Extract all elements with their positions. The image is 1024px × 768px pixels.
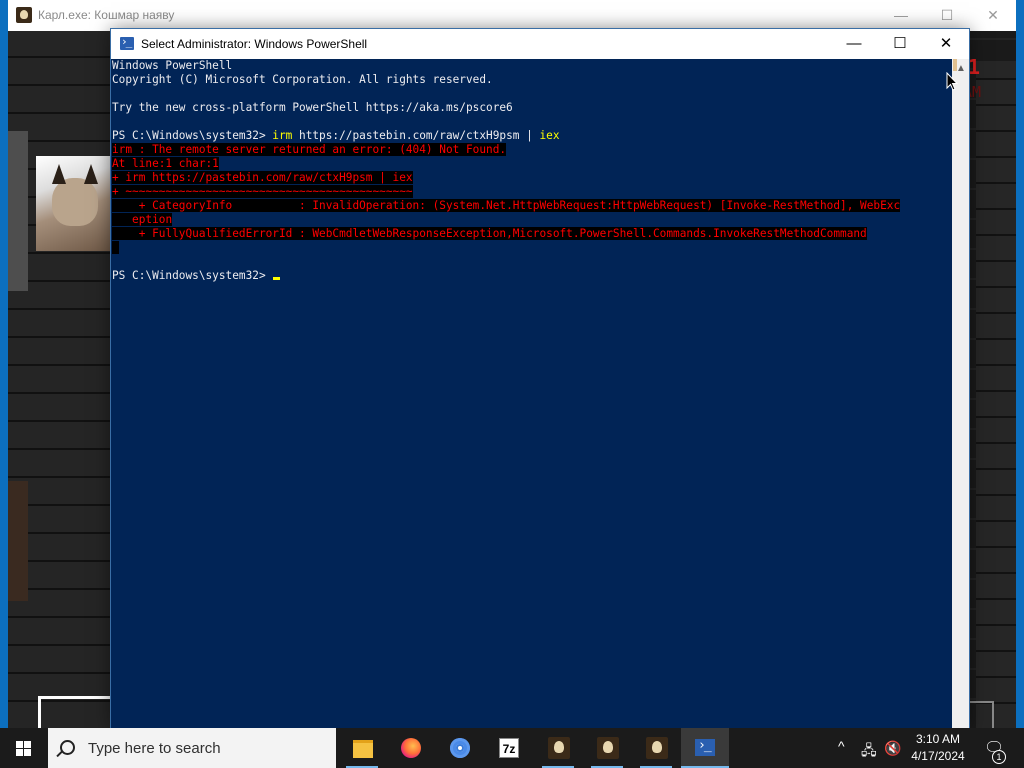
search-placeholder: Type here to search [88,740,221,757]
error-text: + ~~~~~~~~~~~~~~~~~~~~~~~~~~~~~~~~~~~~~~… [112,185,413,198]
prompt: PS C:\Windows\system32> [112,129,273,142]
taskbar: Type here to search 7z ^ 🖧 🔇 3:10 AM 4/1… [0,728,1024,768]
start-button[interactable] [0,728,48,768]
powershell-window-title: Select Administrator: Windows PowerShell [141,37,368,51]
game-maximize-button[interactable]: ☐ [924,0,970,31]
firefox-icon [401,738,421,758]
error-line: At line:1 char:1 [112,157,952,171]
error-text [112,241,119,254]
powershell-icon [695,738,715,756]
taskbar-game-2[interactable] [583,728,631,768]
folder-icon [353,740,373,758]
network-icon[interactable]: 🖧 [861,740,877,764]
lamp-stand [968,701,994,729]
console-command-line: PS C:\Windows\system32> irm https://past… [112,129,952,143]
game-icon [548,737,570,759]
show-hidden-icons-chevron-icon[interactable]: ^ [838,738,845,754]
console-output[interactable]: Windows PowerShell Copyright (C) Microsof… [111,59,952,729]
game-window-title: Карл.exe: Кошмар наяву [38,8,175,22]
error-line: irm : The remote server returned an erro… [112,143,952,157]
pipe-command: iex [539,129,560,142]
prompt: PS C:\Windows\system32> [112,269,273,282]
game-icon [597,737,619,759]
powershell-window: Select Administrator: Windows PowerShell… [111,29,969,729]
brick-wall-right [976,61,1016,728]
volume-muted-icon[interactable]: 🔇 [884,740,901,757]
console-line: Windows PowerShell [112,59,233,72]
error-line: + ~~~~~~~~~~~~~~~~~~~~~~~~~~~~~~~~~~~~~~… [112,185,952,199]
error-indent [112,227,139,240]
game-app-icon [16,7,32,23]
taskbar-game-3[interactable] [632,728,680,768]
caracal-photo [36,156,116,251]
wall-panel [8,131,28,291]
error-indent [112,213,133,226]
taskbar-chromium[interactable] [436,728,484,768]
game-close-button[interactable]: ✕ [970,0,1016,31]
error-line: + irm https://pastebin.com/raw/ctxH9psm … [112,171,952,185]
minimize-button[interactable]: — [831,29,877,59]
error-line: eption [112,213,952,227]
powershell-icon [120,35,134,50]
error-text: eption [132,213,173,226]
powershell-titlebar[interactable]: Select Administrator: Windows PowerShell… [111,29,969,59]
game-titlebar[interactable]: Карл.exe: Кошмар наяву — ☐ ✕ [8,0,1016,31]
cat-head-shape [52,178,98,226]
picture-frame [38,696,115,731]
door-edge [8,481,28,601]
mouse-pointer-icon [946,72,958,91]
error-text: irm : The remote server returned an erro… [112,143,507,156]
cat-ear-left [52,164,66,184]
maximize-button[interactable]: ☐ [877,29,923,59]
cat-ear-right [84,164,98,184]
error-text: + CategoryInfo : InvalidOperation: (Syst… [138,199,901,212]
error-text: At line:1 char:1 [112,157,219,170]
search-icon [60,740,75,755]
game-icon [646,737,668,759]
close-button[interactable]: ✕ [923,29,969,59]
error-text: + FullyQualifiedErrorId : WebCmdletWebRe… [138,227,867,240]
clock-time[interactable]: 3:10 AM [900,732,976,746]
error-line [112,241,952,255]
error-text: + irm https://pastebin.com/raw/ctxH9psm … [112,171,413,184]
scrollbar[interactable]: ▲ [952,59,969,729]
error-line: + FullyQualifiedErrorId : WebCmdletWebRe… [112,227,952,241]
7zip-icon: 7z [499,738,519,758]
taskbar-game-1[interactable] [534,728,582,768]
error-indent [112,199,139,212]
text-cursor [273,277,281,280]
taskbar-file-explorer[interactable] [338,728,386,768]
console-line: Try the new cross-platform PowerShell ht… [112,101,513,114]
taskbar-7zip[interactable]: 7z [485,728,533,768]
windows-logo-icon [16,741,32,756]
notification-count-badge: 1 [992,750,1006,764]
console-line: Copyright (C) Microsoft Corporation. All… [112,73,493,86]
chrome-icon [450,738,470,758]
game-minimize-button[interactable]: — [878,0,924,31]
command-name: irm [272,129,293,142]
command-args: https://pastebin.com/raw/ctxH9psm | [292,129,540,142]
taskbar-search-box[interactable]: Type here to search [48,728,336,768]
taskbar-powershell[interactable] [681,728,729,768]
taskbar-firefox[interactable] [387,728,435,768]
console-prompt-line[interactable]: PS C:\Windows\system32> [112,269,952,283]
clock-date[interactable]: 4/17/2024 [900,749,976,763]
error-line: + CategoryInfo : InvalidOperation: (Syst… [112,199,952,213]
